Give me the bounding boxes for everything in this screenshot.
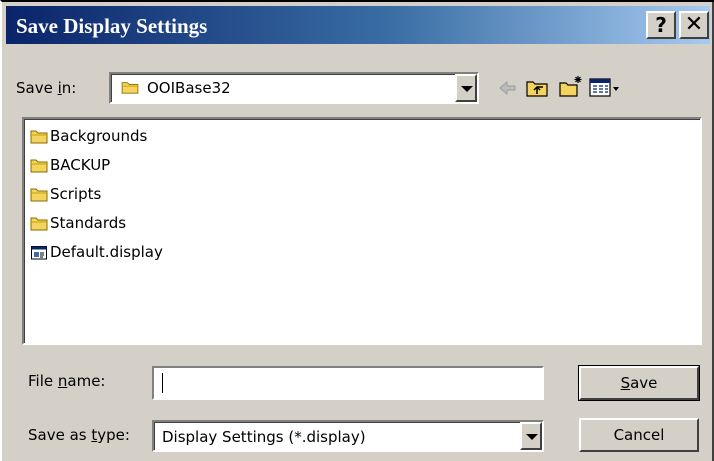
- file-list[interactable]: Backgrounds BACKUP Scripts Standards Def…: [22, 117, 702, 345]
- save-dialog: Save Display Settings ? ✕ Save in: OOIBa…: [0, 0, 714, 461]
- save-in-label: Save in:: [16, 79, 77, 97]
- save-as-type-label: Save as type:: [28, 426, 130, 444]
- folder-icon: [30, 130, 48, 144]
- up-folder-icon[interactable]: [524, 76, 550, 100]
- save-in-dropdown-button[interactable]: [455, 74, 477, 102]
- close-button[interactable]: ✕: [679, 11, 709, 39]
- list-item-label: Backgrounds: [50, 127, 148, 145]
- list-item-label: Default.display: [50, 243, 163, 261]
- display-file-icon: [31, 246, 47, 260]
- cancel-button[interactable]: Cancel: [579, 418, 699, 452]
- save-button[interactable]: Save: [578, 365, 700, 401]
- text-caret: [162, 373, 163, 393]
- folder-icon: [30, 217, 48, 231]
- save-in-value: OOIBase32: [147, 79, 231, 97]
- view-menu-icon[interactable]: [588, 76, 622, 100]
- dialog-title: Save Display Settings: [16, 14, 208, 38]
- save-as-type-dropdown[interactable]: Display Settings (*.display): [152, 420, 544, 452]
- help-button[interactable]: ?: [646, 11, 676, 39]
- folder-icon: [121, 82, 139, 94]
- list-item-label: BACKUP: [50, 156, 111, 174]
- save-as-type-value: Display Settings (*.display): [162, 428, 366, 446]
- list-item-label: Scripts: [50, 185, 102, 203]
- file-name-label: File name:: [28, 372, 106, 390]
- file-name-input[interactable]: [152, 366, 544, 400]
- back-arrow-icon[interactable]: [494, 76, 520, 100]
- folder-icon: [30, 159, 48, 173]
- save-as-type-dropdown-button[interactable]: [520, 422, 542, 450]
- list-item-label: Standards: [50, 214, 127, 232]
- new-folder-icon[interactable]: [558, 74, 584, 98]
- folder-icon: [30, 188, 48, 202]
- title-bar[interactable]: Save Display Settings ? ✕: [6, 6, 710, 44]
- save-in-dropdown[interactable]: OOIBase32: [109, 72, 479, 104]
